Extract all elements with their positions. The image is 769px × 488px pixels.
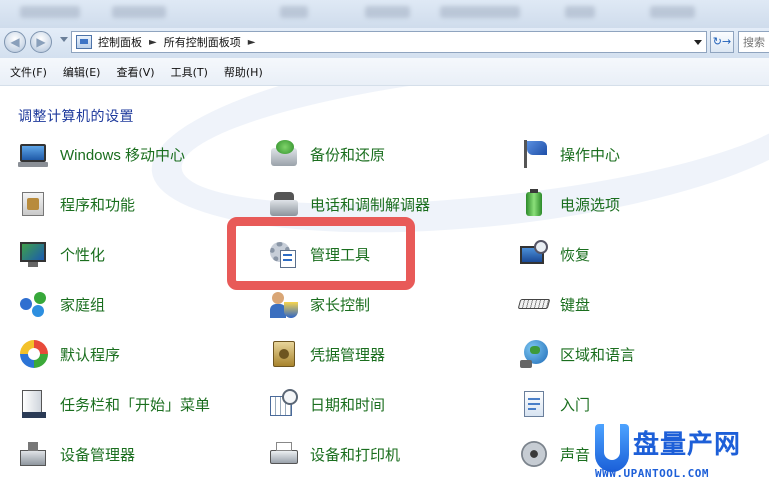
item-action-center[interactable]: 操作中心: [518, 134, 620, 174]
address-dropdown-icon[interactable]: [694, 40, 702, 45]
item-date-time[interactable]: 日期和时间: [268, 384, 385, 424]
getting-started-icon: [518, 388, 550, 420]
upantool-logo: 盘量产网 WWW.UPANTOOL.COM: [595, 424, 765, 486]
date-time-icon: [268, 388, 300, 420]
action-center-flag-icon: [518, 138, 550, 170]
power-options-icon: [518, 188, 550, 220]
forward-arrow-icon: ▶: [36, 35, 46, 49]
mobility-center-icon: [18, 138, 50, 170]
programs-features-icon: [18, 188, 50, 220]
keyboard-icon: [517, 288, 551, 320]
control-panel-icon: [76, 35, 92, 49]
taskbar-start-menu-icon: [18, 388, 50, 420]
breadcrumb-separator-icon[interactable]: ►: [248, 37, 256, 48]
item-keyboard[interactable]: 键盘: [517, 284, 590, 324]
default-programs-icon: [18, 338, 50, 370]
item-taskbar-start-menu[interactable]: 任务栏和「开始」菜单: [18, 384, 210, 424]
page-title: 调整计算机的设置: [18, 108, 134, 124]
navigation-bar: ◀ ▶ 控制面板 ► 所有控制面板项 ► ↻→: [0, 28, 769, 58]
homegroup-icon: [18, 288, 50, 320]
breadcrumb-separator-icon[interactable]: ►: [149, 37, 157, 48]
menu-file[interactable]: 文件(F): [4, 64, 53, 80]
item-region-language[interactable]: 区域和语言: [518, 334, 635, 374]
logo-url-text: WWW.UPANTOOL.COM: [595, 467, 709, 480]
breadcrumb-control-panel[interactable]: 控制面板: [98, 34, 142, 50]
menu-bar: 文件(F) 编辑(E) 查看(V) 工具(T) 帮助(H): [0, 58, 769, 86]
breadcrumb-all-items[interactable]: 所有控制面板项: [164, 34, 241, 50]
item-parental-controls[interactable]: 家长控制: [268, 284, 370, 324]
item-credential-manager[interactable]: 凭据管理器: [268, 334, 385, 374]
item-programs-features[interactable]: 程序和功能: [18, 184, 135, 224]
menu-edit[interactable]: 编辑(E): [57, 64, 107, 80]
device-manager-icon: [18, 438, 50, 470]
menu-help[interactable]: 帮助(H): [218, 64, 269, 80]
item-backup-restore[interactable]: 备份和还原: [268, 134, 385, 174]
credential-manager-icon: [268, 338, 300, 370]
menu-view[interactable]: 查看(V): [110, 64, 160, 80]
forward-button[interactable]: ▶: [30, 31, 52, 53]
sound-icon: [518, 438, 550, 470]
personalization-icon: [18, 238, 50, 270]
item-sound[interactable]: 声音: [518, 434, 590, 474]
item-recovery[interactable]: 恢复: [518, 234, 590, 274]
back-button[interactable]: ◀: [4, 31, 26, 53]
item-windows-mobility-center[interactable]: Windows 移动中心: [18, 134, 185, 174]
region-language-globe-icon: [518, 338, 550, 370]
control-panel-content: 调整计算机的设置 Windows 移动中心 备份和还原 操作中心 程序和功能 电…: [0, 86, 769, 488]
item-homegroup[interactable]: 家庭组: [18, 284, 105, 324]
item-devices-printers[interactable]: 设备和打印机: [268, 434, 400, 474]
backup-restore-icon: [268, 138, 300, 170]
recovery-icon: [518, 238, 550, 270]
item-device-manager[interactable]: 设备管理器: [18, 434, 135, 474]
history-dropdown-icon[interactable]: [60, 37, 68, 42]
back-arrow-icon: ◀: [10, 35, 20, 49]
refresh-button[interactable]: ↻→: [710, 31, 734, 53]
refresh-icon: ↻→: [712, 35, 732, 48]
devices-printers-icon: [268, 438, 300, 470]
highlight-annotation: [227, 217, 415, 290]
logo-brand-text: 盘量产网: [633, 430, 742, 460]
address-bar[interactable]: 控制面板 ► 所有控制面板项 ►: [71, 31, 707, 53]
logo-u-icon: [595, 424, 629, 472]
phone-modem-icon: [268, 188, 300, 220]
item-default-programs[interactable]: 默认程序: [18, 334, 120, 374]
item-power-options[interactable]: 电源选项: [518, 184, 620, 224]
item-getting-started[interactable]: 入门: [518, 384, 590, 424]
item-personalization[interactable]: 个性化: [18, 234, 105, 274]
blurred-top-strip: [0, 0, 769, 28]
parental-controls-icon: [268, 288, 300, 320]
search-input[interactable]: [738, 31, 769, 53]
menu-tools[interactable]: 工具(T): [165, 64, 214, 80]
